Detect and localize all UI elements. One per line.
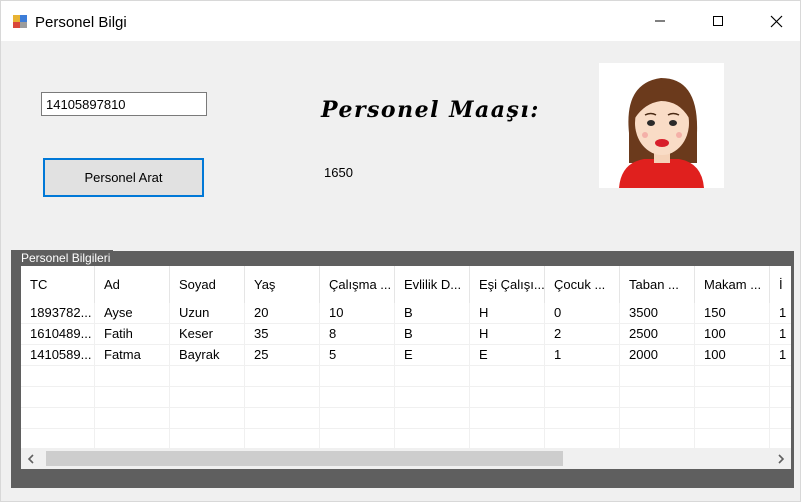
table-cell[interactable]: 1893782... [21,303,95,324]
close-icon [770,15,782,27]
table-row[interactable]: 1410589... Fatma Bayrak 25 5 E E 1 2000 … [21,345,791,366]
column-header-cocuk[interactable]: Çocuk ... [545,266,620,303]
table-cell[interactable]: Uzun [170,303,245,324]
maximize-icon [713,16,723,26]
table-cell[interactable]: 2500 [620,324,695,345]
table-cell[interactable]: 1410589... [21,345,95,366]
scrollbar-thumb[interactable] [46,451,563,466]
main-window: Personel Bilgi Personel Arat Personel Ma… [0,0,801,502]
table-cell[interactable]: Fatih [95,324,170,345]
column-header-yas[interactable]: Yaş [245,266,320,303]
chevron-right-icon [778,453,785,464]
table-cell[interactable]: Ayse [95,303,170,324]
table-cell[interactable]: 150 [695,303,770,324]
horizontal-scrollbar[interactable] [21,448,791,469]
empty-row [21,366,791,387]
table-cell[interactable]: E [395,345,470,366]
app-icon [13,15,27,28]
table-cell[interactable]: 100 [695,345,770,366]
salary-label: Personel Maaşı: [321,97,540,123]
table-cell[interactable]: 35 [245,324,320,345]
column-header-makam[interactable]: Makam ... [695,266,770,303]
table-cell[interactable]: H [470,324,545,345]
empty-row [21,408,791,429]
chevron-left-icon [27,453,34,464]
table-cell[interactable]: B [395,303,470,324]
title-bar[interactable]: Personel Bilgi [1,1,800,41]
table-cell[interactable]: Fatma [95,345,170,366]
window-title: Personel Bilgi [35,14,127,31]
column-header-evlilik[interactable]: Evlilik D... [395,266,470,303]
table-cell[interactable]: 0 [545,303,620,324]
column-header-cut[interactable]: İ [770,266,791,303]
groupbox-bottom-border [21,469,791,488]
table-row[interactable]: 1893782... Ayse Uzun 20 10 B H 0 3500 15… [21,303,791,324]
table-cell[interactable]: B [395,324,470,345]
personnel-data-grid[interactable]: TC Ad Soyad Yaş Çalışma ... Evlilik D...… [21,266,791,469]
personnel-info-groupbox: Personel Bilgileri TC Ad Soyad Yaş Çalış… [11,250,794,488]
column-header-esi-calisiyor[interactable]: Eşi Çalışı... [470,266,545,303]
table-cell[interactable]: 100 [695,324,770,345]
table-cell[interactable]: H [470,303,545,324]
column-header-ad[interactable]: Ad [95,266,170,303]
tc-search-input[interactable] [41,92,207,116]
table-cell[interactable]: 2 [545,324,620,345]
table-cell[interactable]: 20 [245,303,320,324]
table-cell[interactable]: Bayrak [170,345,245,366]
column-header-taban[interactable]: Taban ... [620,266,695,303]
personnel-photo [599,63,724,188]
column-header-calisma[interactable]: Çalışma ... [320,266,395,303]
minimize-button[interactable] [631,1,689,41]
table-cell[interactable]: 1 [770,324,791,345]
table-cell[interactable]: 2000 [620,345,695,366]
scroll-left-button[interactable] [21,448,41,469]
table-row[interactable]: 1610489... Fatih Keser 35 8 B H 2 2500 1… [21,324,791,345]
table-cell[interactable]: 25 [245,345,320,366]
table-cell[interactable]: 8 [320,324,395,345]
table-cell[interactable]: E [470,345,545,366]
table-cell[interactable]: Keser [170,324,245,345]
salary-value: 1650 [324,165,353,180]
column-header-soyad[interactable]: Soyad [170,266,245,303]
minimize-icon [655,20,665,22]
table-cell[interactable]: 10 [320,303,395,324]
groupbox-title: Personel Bilgileri [11,250,114,266]
grid-header-row: TC Ad Soyad Yaş Çalışma ... Evlilik D...… [21,266,791,303]
maximize-button[interactable] [689,1,747,41]
table-cell[interactable]: 1 [770,345,791,366]
empty-row [21,429,791,450]
scroll-right-button[interactable] [771,448,791,469]
table-cell[interactable]: 1610489... [21,324,95,345]
table-cell[interactable]: 3500 [620,303,695,324]
empty-row [21,387,791,408]
column-header-tc[interactable]: TC [21,266,95,303]
close-button[interactable] [747,1,801,41]
table-cell[interactable]: 1 [545,345,620,366]
search-personnel-button[interactable]: Personel Arat [43,158,204,197]
table-cell[interactable]: 1 [770,303,791,324]
table-cell[interactable]: 5 [320,345,395,366]
